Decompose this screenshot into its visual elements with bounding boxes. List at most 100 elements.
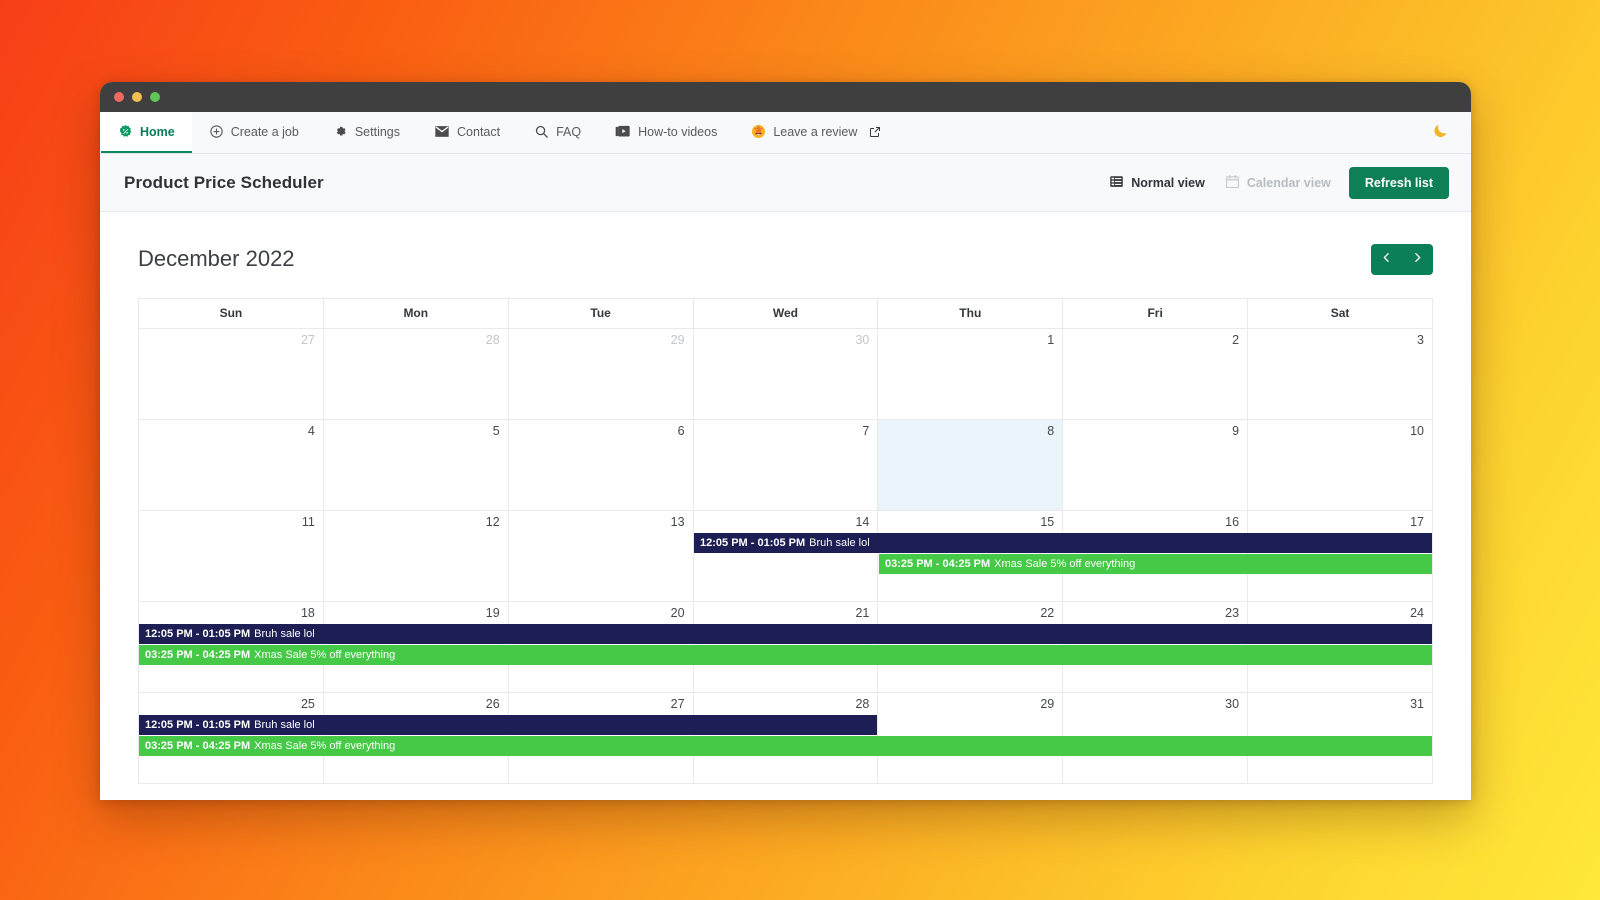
calendar-day-cell[interactable]: 3: [1247, 328, 1433, 420]
close-window-button[interactable]: [114, 92, 124, 102]
star-struck-emoji-icon: [751, 124, 766, 139]
chevron-right-icon: [1411, 251, 1424, 267]
nav-item-home[interactable]: Home: [101, 112, 192, 153]
calendar-day-number: 1: [1047, 333, 1055, 347]
calendar-day-number: 27: [300, 333, 315, 347]
chevron-left-icon: [1380, 251, 1393, 267]
calendar-day-number: 29: [1040, 697, 1055, 711]
list-view-icon: [1109, 174, 1124, 192]
calendar-event-time: 03:25 PM - 04:25 PM: [885, 557, 991, 570]
nav-item-label: Home: [140, 124, 175, 139]
nav-item-create-a-job[interactable]: Create a job: [192, 112, 316, 153]
calendar-event-time: 12:05 PM - 01:05 PM: [145, 718, 251, 731]
page-title: Product Price Scheduler: [124, 172, 324, 192]
calendar-day-number: 30: [855, 333, 870, 347]
main-navigation: Home Create a job Settings Contact FAQ H…: [100, 112, 1471, 154]
nav-item-settings[interactable]: Settings: [316, 112, 417, 153]
calendar-event-band[interactable]: 03:25 PM - 04:25 PM Xmas Sale 5% off ever…: [139, 644, 1432, 665]
gear-icon: [333, 124, 348, 139]
calendar-event-band[interactable]: 12:05 PM - 01:05 PM Bruh sale lol: [694, 532, 1432, 553]
header-toolbar: Normal view Calendar view Refresh list: [1107, 166, 1449, 199]
calendar-view-button[interactable]: Calendar view: [1223, 170, 1333, 196]
calendar-icon: [1225, 174, 1240, 192]
calendar-day-number: 15: [1040, 515, 1055, 529]
calendar-event-time: 12:05 PM - 01:05 PM: [700, 536, 806, 549]
calendar-day-number: 9: [1232, 424, 1240, 438]
calendar-panel: December 2022 Sun Mon Tue Wed Thu Fri Sat 27 28…: [100, 212, 1471, 784]
calendar-day-cell[interactable]: 28: [322, 328, 509, 420]
calendar-day-number: 30: [1225, 697, 1240, 711]
calendar-day-cell[interactable]: 14: [692, 510, 879, 602]
calendar-event-band[interactable]: 12:05 PM - 01:05 PM Bruh sale lol: [139, 623, 1432, 644]
calendar-day-header: Thu: [877, 298, 1064, 329]
calendar-day-cell[interactable]: 2: [1062, 328, 1249, 420]
calendar-day-number: 29: [670, 333, 685, 347]
calendar-event-title: Xmas Sale 5% off everything: [254, 739, 396, 752]
calendar-day-cell[interactable]: 11: [138, 510, 324, 602]
calendar-day-cell[interactable]: 30: [692, 328, 879, 420]
nav-item-label: FAQ: [556, 124, 582, 139]
video-icon: [615, 124, 631, 139]
plus-circle-icon: [209, 124, 224, 139]
nav-item-label: Leave a review: [773, 124, 858, 139]
calendar-day-header: Sun: [138, 298, 324, 329]
calendar-day-number: 24: [1410, 606, 1424, 620]
calendar-day-number: 8: [1047, 424, 1055, 438]
calendar-day-number: 31: [1410, 697, 1424, 711]
calendar-day-header-row: Sun Mon Tue Wed Thu Fri Sat: [138, 298, 1433, 329]
calendar-day-number: 23: [1225, 606, 1240, 620]
calendar-day-number: 18: [300, 606, 315, 620]
nav-item-leave-a-review[interactable]: Leave a review: [734, 112, 898, 153]
calendar-day-cell[interactable]: 9: [1062, 419, 1249, 511]
calendar-day-number: 4: [307, 424, 315, 438]
nav-item-faq[interactable]: FAQ: [517, 112, 598, 153]
calendar-day-cell[interactable]: 4: [138, 419, 324, 511]
calendar-day-number: 13: [670, 515, 685, 529]
calendar-event-band[interactable]: 12:05 PM - 01:05 PM Bruh sale lol: [139, 714, 877, 735]
calendar-day-header: Fri: [1062, 298, 1249, 329]
nav-item-label: Settings: [354, 124, 401, 139]
minimize-window-button[interactable]: [132, 92, 142, 102]
nav-item-label: Contact: [457, 124, 501, 139]
calendar-event-time: 12:05 PM - 01:05 PM: [145, 627, 251, 640]
page-header: Product Price Scheduler Normal view Cale…: [100, 154, 1471, 212]
calendar-day-number: 2: [1232, 333, 1240, 347]
calendar-day-cell[interactable]: 12: [322, 510, 509, 602]
normal-view-button[interactable]: Normal view: [1107, 170, 1207, 196]
normal-view-label: Normal view: [1131, 175, 1205, 190]
calendar-event-band[interactable]: 03:25 PM - 04:25 PM Xmas Sale 5% off ever…: [879, 553, 1432, 574]
envelope-icon: [434, 124, 450, 139]
calendar-day-number: 26: [485, 697, 500, 711]
calendar-day-cell[interactable]: 1: [877, 328, 1064, 420]
calendar-day-header: Sat: [1247, 298, 1433, 329]
calendar-day-cell[interactable]: 29: [507, 328, 694, 420]
calendar-day-header: Mon: [322, 298, 509, 329]
calendar-day-cell[interactable]: 6: [507, 419, 694, 511]
refresh-list-button[interactable]: Refresh list: [1348, 166, 1449, 199]
calendar-week-row: 27 28 29 30 1 2 3: [138, 328, 1433, 420]
calendar-event-band[interactable]: 03:25 PM - 04:25 PM Xmas Sale 5% off ever…: [139, 735, 1432, 756]
calendar-view-label: Calendar view: [1246, 175, 1331, 190]
calendar-next-button[interactable]: [1402, 244, 1433, 275]
calendar-day-cell[interactable]: 5: [322, 419, 509, 511]
theme-toggle-button[interactable]: [1410, 112, 1471, 153]
nav-item-how-to-videos[interactable]: How-to videos: [598, 112, 734, 153]
calendar-day-number: 3: [1417, 333, 1424, 347]
nav-item-contact[interactable]: Contact: [417, 112, 517, 153]
calendar-prev-button[interactable]: [1371, 244, 1402, 275]
calendar-day-number: 11: [301, 515, 315, 529]
calendar-day-number: 12: [485, 515, 500, 529]
calendar-day-header: Wed: [692, 298, 879, 329]
calendar-day-number: 5: [492, 424, 500, 438]
calendar-day-cell[interactable]: 7: [692, 419, 879, 511]
calendar-day-cell[interactable]: 10: [1247, 419, 1433, 511]
calendar-day-number: 28: [855, 697, 870, 711]
calendar-day-cell[interactable]: 27: [138, 328, 324, 420]
calendar-day-cell[interactable]: 8: [877, 419, 1064, 511]
moon-icon: [1432, 122, 1449, 144]
calendar-nav-buttons: [1371, 243, 1433, 275]
maximize-window-button[interactable]: [150, 92, 160, 102]
calendar-day-number: 7: [862, 424, 870, 438]
calendar-event-title: Bruh sale lol: [809, 536, 870, 549]
calendar-day-cell[interactable]: 13: [507, 510, 694, 602]
